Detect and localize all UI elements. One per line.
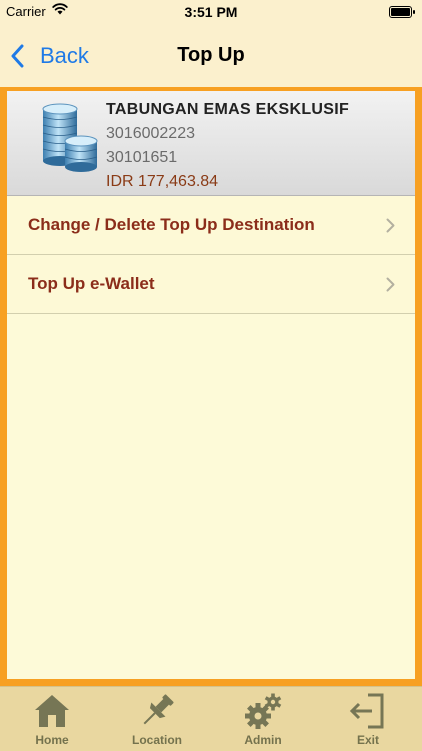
- account-name: TABUNGAN EMAS EKSKLUSIF: [106, 101, 350, 118]
- chevron-right-icon: [386, 277, 395, 292]
- chevron-right-icon: [386, 218, 395, 233]
- back-button[interactable]: Back: [10, 39, 89, 73]
- tab-label: Home: [35, 733, 69, 747]
- status-bar: Carrier 3:51 PM: [0, 0, 422, 24]
- account-balance: IDR 177,463.84: [106, 173, 219, 190]
- exit-icon: [349, 693, 384, 729]
- menu-item-label: Top Up e-Wallet: [28, 274, 155, 293]
- account-number: 3016002223: [106, 125, 195, 142]
- account-card: TABUNGAN EMAS EKSKLUSIF 3016002223 30101…: [7, 91, 415, 196]
- battery-icon: [389, 6, 415, 18]
- tab-label: Admin: [244, 733, 282, 747]
- tab-exit[interactable]: Exit: [333, 687, 403, 751]
- clock: 3:51 PM: [184, 4, 238, 20]
- coin-stack-icon: [42, 103, 98, 172]
- pushpin-icon: [143, 694, 174, 725]
- tab-location[interactable]: Location: [122, 687, 192, 751]
- tab-label: Exit: [356, 733, 379, 747]
- account-code: 30101651: [106, 149, 178, 166]
- tab-admin[interactable]: Admin: [228, 687, 298, 751]
- gears-icon: [245, 693, 282, 729]
- chevron-left-icon: [11, 44, 24, 68]
- navigation-bar: Back Top Up: [0, 24, 422, 87]
- menu-item-top-up-ewallet[interactable]: Top Up e-Wallet: [7, 255, 415, 314]
- menu-item-label: Change / Delete Top Up Destination: [28, 215, 315, 234]
- home-icon: [35, 695, 69, 727]
- tab-home[interactable]: Home: [17, 687, 87, 751]
- tab-bar: Home Location Admin Exit: [0, 686, 422, 751]
- content-frame: TABUNGAN EMAS EKSKLUSIF 3016002223 30101…: [0, 87, 422, 686]
- tab-label: Location: [132, 733, 182, 747]
- back-label: Back: [40, 43, 89, 68]
- menu-item-change-delete-destination[interactable]: Change / Delete Top Up Destination: [7, 196, 415, 255]
